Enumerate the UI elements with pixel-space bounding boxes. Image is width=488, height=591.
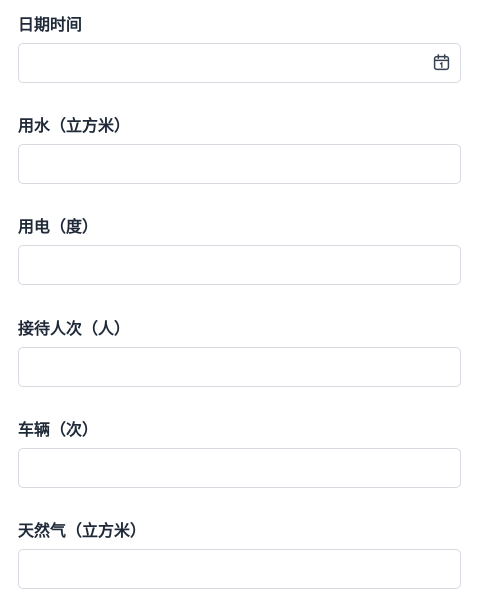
visitors-label: 接待人次（人） (18, 319, 131, 338)
field-visitors: 接待人次（人） (18, 319, 461, 387)
form: 日期时间 用水（立方米） 用电（度） 接待人次（人） 车辆（次） 天然气（立方米… (0, 0, 488, 591)
field-natural-gas: 天然气（立方米） (18, 521, 461, 589)
water-input[interactable] (18, 144, 461, 184)
field-water: 用水（立方米） (18, 116, 461, 184)
vehicles-input[interactable] (18, 448, 461, 488)
electricity-label: 用电（度） (18, 217, 99, 236)
datetime-input[interactable] (18, 43, 461, 83)
water-label: 用水（立方米） (18, 116, 131, 135)
datetime-label: 日期时间 (18, 15, 83, 34)
vehicles-label: 车辆（次） (18, 420, 99, 439)
field-vehicles: 车辆（次） (18, 420, 461, 488)
natural-gas-label: 天然气（立方米） (18, 521, 147, 540)
electricity-input[interactable] (18, 245, 461, 285)
field-electricity: 用电（度） (18, 217, 461, 285)
field-datetime: 日期时间 (18, 15, 461, 83)
visitors-input[interactable] (18, 347, 461, 387)
calendar-icon[interactable] (433, 54, 450, 71)
natural-gas-input[interactable] (18, 549, 461, 589)
